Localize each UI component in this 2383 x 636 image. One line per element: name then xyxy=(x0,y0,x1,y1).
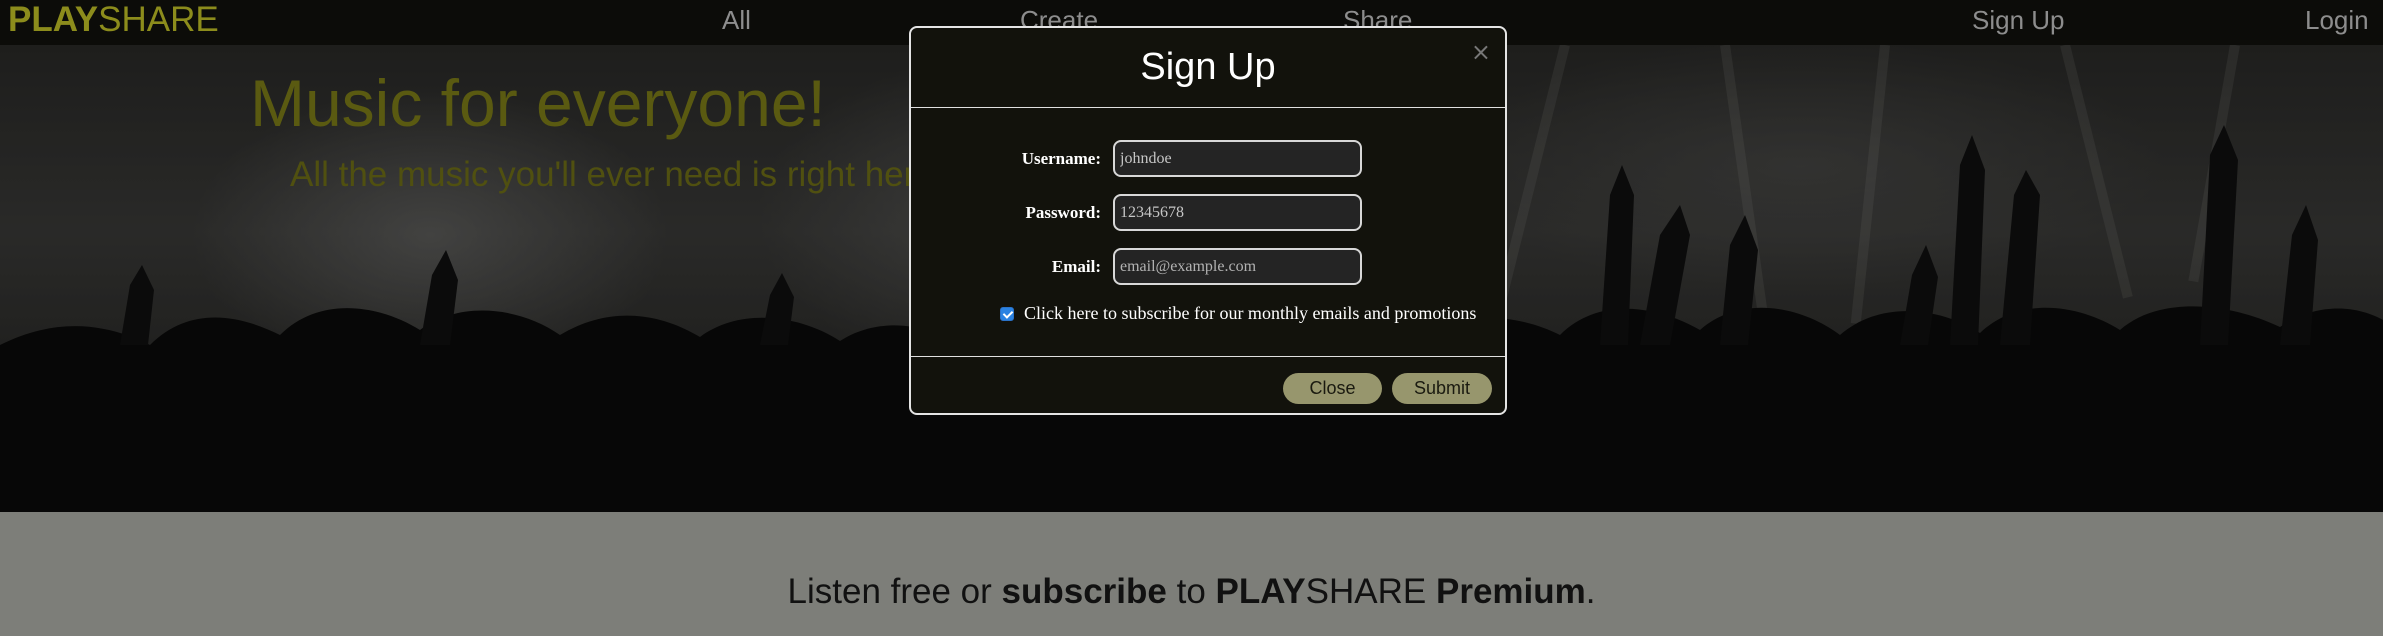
submit-button[interactable]: Submit xyxy=(1392,373,1492,404)
brand-logo[interactable]: PLAYSHARE xyxy=(8,0,219,42)
signup-modal: × Sign Up Username: Password: Email: Cli… xyxy=(909,26,1507,415)
nav-link-all[interactable]: All xyxy=(722,0,751,40)
subscribe-word: subscribe xyxy=(1001,572,1167,611)
password-input[interactable] xyxy=(1113,194,1362,231)
subscribe-checkbox[interactable] xyxy=(1000,307,1014,321)
nav-link-signup[interactable]: Sign Up xyxy=(1972,0,2065,40)
username-label: Username: xyxy=(1021,149,1101,168)
promo-band: Listen free or subscribe to PLAYSHARE Pr… xyxy=(0,512,2383,636)
username-input[interactable] xyxy=(1113,140,1362,177)
modal-footer-divider xyxy=(911,356,1505,357)
email-label: Email: xyxy=(1051,257,1101,276)
subscribe-label[interactable]: Click here to subscribe for our monthly … xyxy=(1024,303,1476,324)
modal-title: Sign Up xyxy=(1140,46,1276,88)
close-button[interactable]: Close xyxy=(1283,373,1382,404)
nav-link-login[interactable]: Login xyxy=(2305,0,2369,40)
email-input[interactable] xyxy=(1113,248,1362,285)
modal-header-divider xyxy=(911,107,1505,108)
password-label: Password: xyxy=(1025,203,1101,222)
promo-text: Listen free or subscribe to PLAYSHARE Pr… xyxy=(787,572,1596,611)
